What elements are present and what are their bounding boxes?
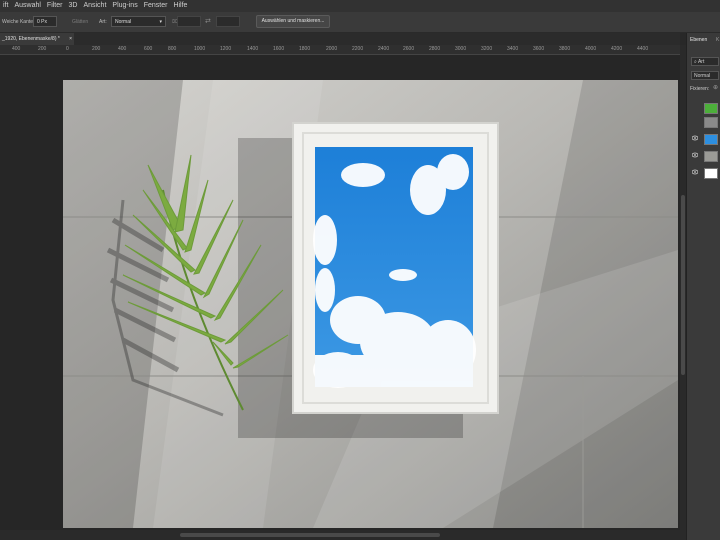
chevron-down-icon: ▾ [159,19,162,25]
ruler-label: 2400 [378,46,390,52]
ruler-label: 1200 [220,46,232,52]
document-canvas[interactable] [63,80,678,528]
menu-bar: ift Auswahl Filter 3D Ansicht Plug-ins Fenster… [0,0,720,12]
layer-filter-value: Art [697,59,705,65]
ruler-label: 400 [12,46,21,52]
search-icon: ⌕ [694,59,697,65]
menu-item-select[interactable]: Auswahl [11,0,43,12]
eye-icon[interactable] [692,152,698,158]
layer-row[interactable] [687,132,720,146]
ruler-label: 3200 [481,46,493,52]
ruler-label: 4000 [585,46,597,52]
height-input[interactable] [216,16,240,27]
ruler-label: 3400 [507,46,519,52]
style-select[interactable]: Normal ▾ [111,16,166,27]
width-input[interactable] [177,16,201,27]
scrollbar-thumb[interactable] [681,195,685,375]
photo-artwork [63,80,678,528]
layer-filter-field[interactable]: ⌕ Art [691,57,719,66]
layer-thumbnail [704,117,718,128]
lock-label: Fixieren: [690,86,710,92]
layers-panel: Ebenen K ⌕ Art Normal Fixieren: ⊕ [686,33,720,540]
eye-icon[interactable] [692,135,698,141]
blend-mode-select[interactable]: Normal [691,71,719,80]
menu-item-help[interactable]: Hilfe [170,0,190,12]
ruler-label: 2800 [429,46,441,52]
close-icon[interactable]: × [69,33,72,45]
style-select-value: Normal [115,19,132,25]
layer-row[interactable] [687,115,720,129]
ruler-label: 2600 [403,46,415,52]
layer-row[interactable] [687,101,720,115]
menu-item-window[interactable]: Fenster [141,0,171,12]
ruler-label: 1400 [247,46,259,52]
ruler-label: 3000 [455,46,467,52]
layer-thumbnail [704,168,718,179]
horizontal-scrollbar[interactable] [0,530,680,540]
document-tab-title: _1920, Ebenenmaske/8) * [2,36,60,42]
ruler-label: 4200 [611,46,623,52]
ruler-label: 2000 [326,46,338,52]
options-bar: Weiche Kante: 0 Px Glätten Art: Normal ▾… [0,12,720,33]
tab-other[interactable]: K [716,37,719,43]
style-label: Art: [99,19,107,25]
horizontal-ruler[interactable]: 400 200 0 200 400 600 800 1000 1200 1400… [0,45,680,55]
menu-item-filter[interactable]: Filter [44,0,66,12]
menu-item-plugins[interactable]: Plug-ins [109,0,140,12]
layer-row[interactable] [687,166,720,180]
feather-input[interactable]: 0 Px [33,16,57,27]
ruler-label: 200 [38,46,47,52]
document-tab[interactable]: _1920, Ebenenmaske/8) * × [0,33,74,45]
layer-row[interactable] [687,149,720,163]
ruler-label: 0 [66,46,69,52]
tab-layers[interactable]: Ebenen [690,37,707,43]
document-tab-bar: _1920, Ebenenmaske/8) * × [0,33,680,45]
ruler-label: 3600 [533,46,545,52]
eye-icon[interactable] [692,169,698,175]
ruler-label: 3800 [559,46,571,52]
menu-item-3d[interactable]: 3D [65,0,80,12]
ruler-label: 1800 [299,46,311,52]
select-and-mask-button[interactable]: Auswählen und maskieren... [256,15,330,28]
scrollbar-thumb[interactable] [180,533,440,537]
menu-item-image[interactable]: ift [0,0,11,12]
feather-label: Weiche Kante: [2,19,35,25]
ruler-label: 800 [168,46,177,52]
smooth-checkbox-label[interactable]: Glätten [72,19,88,25]
ruler-label: 1600 [273,46,285,52]
ruler-label: 600 [144,46,153,52]
swap-icon[interactable]: ⇄ [205,17,211,25]
ruler-label: 200 [92,46,101,52]
lock-icon[interactable]: ⊕ [713,84,718,91]
layer-thumbnail [704,134,718,145]
layer-thumbnail [704,151,718,162]
ruler-label: 1000 [194,46,206,52]
menu-item-view[interactable]: Ansicht [80,0,109,12]
ruler-label: 2200 [352,46,364,52]
ruler-label: 4400 [637,46,649,52]
ruler-label: 400 [118,46,127,52]
layer-thumbnail [704,103,718,114]
